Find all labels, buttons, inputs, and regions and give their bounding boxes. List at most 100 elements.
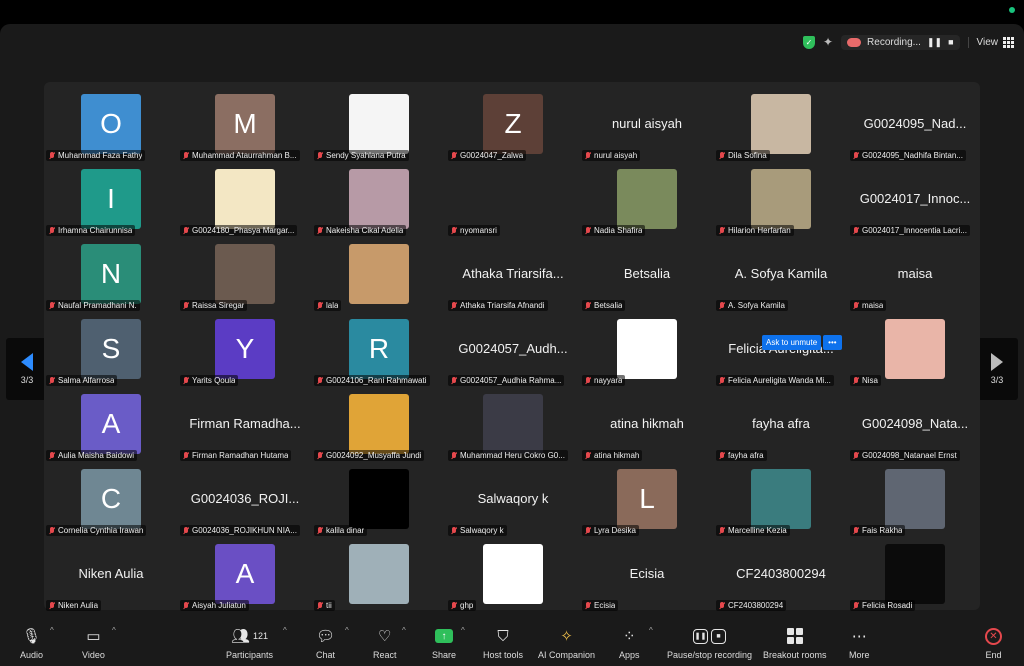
participant-tile[interactable]: fayha afra fayha afra [714, 388, 848, 463]
tile-more-button[interactable]: ••• [823, 335, 842, 350]
participant-tile[interactable]: I Irhamna Chairunnisa [44, 163, 178, 238]
next-page-button[interactable]: 3/3 [976, 338, 1018, 400]
participant-tile[interactable]: tii [312, 538, 446, 613]
chat-button[interactable]: 💬︎ Chat [316, 626, 335, 660]
recording-indicator[interactable]: Recording... ❚❚ ■ [841, 34, 960, 50]
participant-name: Felicia Aureligita Wanda Mi... [728, 376, 831, 385]
audio-options-chevron-icon[interactable]: ^ [50, 626, 54, 635]
participant-tile[interactable]: Felicia Aureligita...Felicia Aureligita … [714, 313, 848, 388]
video-button[interactable]: ▭ Video [82, 626, 105, 660]
participant-tile[interactable]: Dila Sofina [714, 88, 848, 163]
participants-icon: 👥︎ 121 [230, 628, 269, 645]
share-button[interactable]: ↑ Share [432, 626, 456, 660]
audio-button[interactable]: 🎙︎ Audio [20, 626, 43, 660]
participant-tile[interactable]: N Naufal Pramadhani N. [44, 238, 178, 313]
pause-stop-recording-button[interactable]: ❚❚ ■ Pause/stop recording [667, 626, 752, 660]
participant-tile[interactable]: G0024098_Nata... G0024098_Natanael Ernst [848, 388, 982, 463]
participant-tile[interactable]: nurul aisyah nurul aisyah [580, 88, 714, 163]
react-options-chevron-icon[interactable]: ^ [402, 626, 406, 635]
participant-tile[interactable]: Nakeisha Cikal Adelia [312, 163, 446, 238]
participant-tile[interactable]: Betsalia Betsalia [580, 238, 714, 313]
participant-name: G0024098_Natanael Ernst [862, 451, 957, 460]
participant-tile[interactable]: A. Sofya Kamila A. Sofya Kamila [714, 238, 848, 313]
participants-button[interactable]: 👥︎ 121 Participants [226, 626, 273, 660]
participant-tile[interactable]: Fais Rakha [848, 463, 982, 538]
participant-tile[interactable]: atina hikmah atina hikmah [580, 388, 714, 463]
participant-tile[interactable]: Raissa Siregar [178, 238, 312, 313]
participant-name: Muhammad Faza Fathy [58, 151, 143, 160]
participant-tile[interactable]: ghp [446, 538, 580, 613]
participant-tile[interactable]: maisa maisa [848, 238, 982, 313]
participant-tile[interactable]: A Aulia Maisha Baidowi [44, 388, 178, 463]
participant-tile[interactable]: O Muhammad Faza Fathy [44, 88, 178, 163]
participant-tile[interactable]: Sendy Syahlana Putra [312, 88, 446, 163]
participant-tile[interactable]: Nisa [848, 313, 982, 388]
pause-recording-button[interactable]: ❚❚ [927, 37, 942, 48]
participant-tile[interactable]: Nadia Shafira [580, 163, 714, 238]
participant-name: CF2403800294 [728, 601, 784, 610]
participant-tile[interactable]: G0024180_Phasya Margar... [178, 163, 312, 238]
participant-tile[interactable]: Athaka Triarsifa... Athaka Triarsifa Afna… [446, 238, 580, 313]
participant-nameplate: G0024095_Nadhifa Bintan... [850, 150, 966, 161]
previous-page-button[interactable]: 3/3 [6, 338, 48, 400]
view-button[interactable]: View [967, 36, 1014, 48]
participant-tile[interactable]: Firman Ramadha... Firman Ramadhan Hutama [178, 388, 312, 463]
participant-tile[interactable]: G0024057_Audh... G0024057_Audhia Rahma... [446, 313, 580, 388]
participant-tile[interactable]: Felicia Rosadi [848, 538, 982, 613]
participant-tile[interactable]: S Salma Alfarrosa [44, 313, 178, 388]
participant-tile[interactable]: Marcelline Kezia [714, 463, 848, 538]
share-options-chevron-icon[interactable]: ^ [461, 626, 465, 635]
grid-view-icon [1003, 36, 1014, 48]
participant-nameplate: nurul aisyah [582, 150, 641, 161]
participant-tile[interactable]: lala [312, 238, 446, 313]
participant-nameplate: Cornelia Cynthia Irawan [46, 525, 147, 536]
participant-tile[interactable]: nayyara [580, 313, 714, 388]
participant-tile[interactable]: C Cornelia Cynthia Irawan [44, 463, 178, 538]
participants-options-chevron-icon[interactable]: ^ [283, 626, 287, 635]
participant-tile[interactable]: Z G0024047_Zalwa [446, 88, 580, 163]
ask-to-unmute-button[interactable]: Ask to unmute [762, 335, 822, 350]
chat-options-chevron-icon[interactable]: ^ [345, 626, 349, 635]
avatar: A [81, 394, 141, 454]
apps-options-chevron-icon[interactable]: ^ [649, 626, 653, 635]
breakout-rooms-button[interactable]: Breakout rooms [763, 626, 827, 660]
mic-icon: 🎙︎ [21, 628, 42, 645]
participant-display-name: Ecisia [629, 566, 665, 581]
more-button[interactable]: ⋯ More [849, 626, 870, 660]
participant-tile[interactable]: M Muhammad Ataurrahman B... [178, 88, 312, 163]
apps-button[interactable]: ⁘ Apps [619, 626, 640, 660]
participant-name: G0024106_Rani Rahmawati [326, 376, 427, 385]
end-button[interactable]: ✕ End [985, 626, 1002, 660]
participant-nameplate: Irhamna Chairunnisa [46, 225, 136, 236]
participant-tile[interactable]: CF2403800294 CF2403800294 [714, 538, 848, 613]
participant-tile[interactable]: G0024036_ROJI... G0024036_ROJIKHUN NIA... [178, 463, 312, 538]
stop-recording-button[interactable]: ■ [948, 37, 953, 47]
participant-name: nyomansri [460, 226, 497, 235]
participant-tile[interactable]: L Lyra Desika [580, 463, 714, 538]
muted-mic-icon [183, 526, 189, 535]
participant-tile[interactable]: Salwaqory k Salwaqory k [446, 463, 580, 538]
participant-tile[interactable]: Muhammad Heru Cokro G0... [446, 388, 580, 463]
participant-tile[interactable]: G0024095_Nad... G0024095_Nadhifa Bintan..… [848, 88, 982, 163]
ai-sparkle-icon[interactable]: ✦ [823, 35, 833, 49]
participant-tile[interactable]: Hilarion Herfarfan [714, 163, 848, 238]
participant-tile[interactable]: R G0024106_Rani Rahmawati [312, 313, 446, 388]
participant-name: G0024017_Innocentia Lacri... [862, 226, 967, 235]
top-bar: ✓ ✦ Recording... ❚❚ ■ View [0, 24, 1024, 60]
participant-tile[interactable]: G0024092_Musyaffa Jundi [312, 388, 446, 463]
ai-companion-button[interactable]: ✧ AI Companion [538, 626, 595, 660]
participant-nameplate: fayha afra [716, 450, 767, 461]
participant-tile[interactable]: nyomansri [446, 163, 580, 238]
participant-tile[interactable]: Ecisia Ecisia [580, 538, 714, 613]
participant-name: Aulia Maisha Baidowi [58, 451, 135, 460]
participant-tile[interactable]: Y Yarits Qoula [178, 313, 312, 388]
participant-tile[interactable]: kalila dinar [312, 463, 446, 538]
participant-tile[interactable]: A Aisyah Juliatun [178, 538, 312, 613]
react-button[interactable]: ♡ React [373, 626, 397, 660]
participant-tile[interactable]: G0024017_Innoc... G0024017_Innocentia Lac… [848, 163, 982, 238]
participant-tile[interactable]: Niken Aulia Niken Aulia [44, 538, 178, 613]
host-tools-button[interactable]: ⛉ Host tools [483, 626, 523, 661]
encryption-shield-icon[interactable]: ✓ [802, 35, 815, 49]
video-options-chevron-icon[interactable]: ^ [112, 626, 116, 635]
avatar: Y [215, 319, 275, 379]
